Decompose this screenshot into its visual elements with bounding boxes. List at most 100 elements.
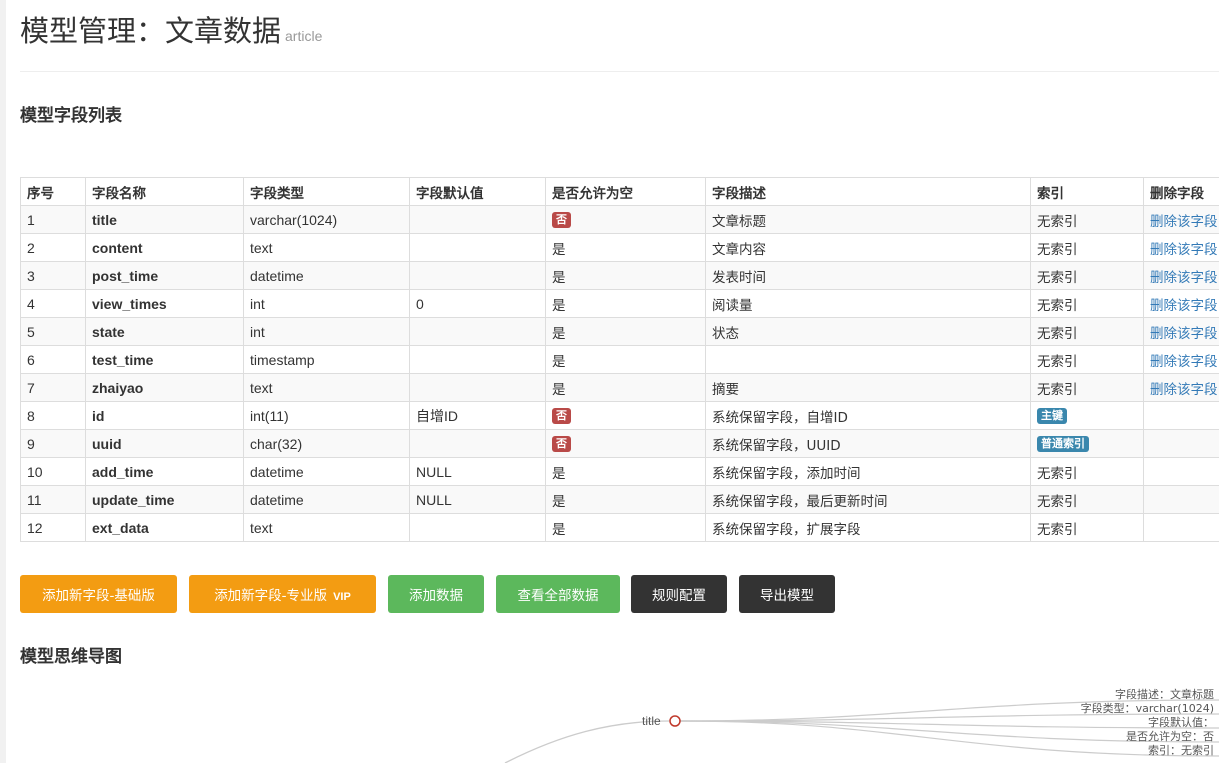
cell-field-name: title <box>85 205 244 234</box>
nullable-no-badge: 否 <box>552 436 571 452</box>
col-header-no: 序号 <box>20 177 86 206</box>
mindmap-node-title[interactable]: title <box>642 714 661 728</box>
cell-delete <box>1143 401 1219 430</box>
cell-index: 无索引 <box>1030 345 1144 374</box>
cell-no: 6 <box>20 345 86 374</box>
cell-default <box>409 345 546 374</box>
cell-index: 无索引 <box>1030 373 1144 402</box>
mindmap-section-title: 模型思维导图 <box>20 647 122 667</box>
cell-field-name: test_time <box>85 345 244 374</box>
cell-field-type: text <box>243 513 410 542</box>
delete-field-link[interactable]: 删除该字段 <box>1150 214 1218 230</box>
col-header-name: 字段名称 <box>85 177 244 206</box>
fields-section-title: 模型字段列表 <box>20 106 122 126</box>
cell-index: 无索引 <box>1030 457 1144 486</box>
cell-default: 自增ID <box>409 401 546 430</box>
page-subtitle: article <box>285 28 323 44</box>
cell-desc: 系统保留字段，UUID <box>705 429 1031 458</box>
table-row: 7 zhaiyao text 是摘要 无索引 删除该字段 <box>20 373 1219 402</box>
cell-no: 2 <box>20 233 86 262</box>
page-title-text: 模型管理：文章数据 <box>20 14 282 48</box>
cell-no: 8 <box>20 401 86 430</box>
cell-index: 普通索引 <box>1030 429 1144 458</box>
cell-field-type: int(11) <box>243 401 410 430</box>
export-model-button[interactable]: 导出模型 <box>739 575 835 613</box>
add-field-basic-button[interactable]: 添加新字段-基础版 <box>20 575 177 613</box>
table-row: 8 id int(11) 自增ID 否 系统保留字段，自增ID 主键 <box>20 401 1219 430</box>
primary-key-badge: 主键 <box>1037 408 1067 424</box>
cell-nullable: 是 <box>545 289 706 318</box>
delete-field-link[interactable]: 删除该字段 <box>1150 270 1218 286</box>
cell-delete: 删除该字段 <box>1143 205 1219 234</box>
cell-nullable: 是 <box>545 373 706 402</box>
cell-desc: 发表时间 <box>705 261 1031 290</box>
delete-field-link[interactable]: 删除该字段 <box>1150 326 1218 342</box>
table-row: 4 view_times int 0 是阅读量 无索引 删除该字段 <box>20 289 1219 318</box>
col-header-index: 索引 <box>1030 177 1144 206</box>
cell-field-type: varchar(1024) <box>243 205 410 234</box>
delete-field-link[interactable]: 删除该字段 <box>1150 298 1218 314</box>
nullable-no-badge: 否 <box>552 408 571 424</box>
cell-no: 1 <box>20 205 86 234</box>
cell-default <box>409 317 546 346</box>
cell-delete: 删除该字段 <box>1143 373 1219 402</box>
normal-index-badge: 普通索引 <box>1037 436 1089 452</box>
cell-no: 10 <box>20 457 86 486</box>
table-row: 3 post_time datetime 是发表时间 无索引 删除该字段 <box>20 261 1219 290</box>
mindmap-canvas <box>504 699 1219 763</box>
cell-nullable: 是 <box>545 261 706 290</box>
cell-desc: 系统保留字段，自增ID <box>705 401 1031 430</box>
add-data-button[interactable]: 添加数据 <box>388 575 484 613</box>
view-all-data-button[interactable]: 查看全部数据 <box>496 575 620 613</box>
page-title: 模型管理：文章数据 article <box>20 8 322 50</box>
cell-index: 无索引 <box>1030 261 1144 290</box>
cell-field-name: id <box>85 401 244 430</box>
cell-delete: 删除该字段 <box>1143 317 1219 346</box>
cell-no: 11 <box>20 485 86 514</box>
mindmap-node-circle[interactable] <box>669 715 681 727</box>
cell-desc: 阅读量 <box>705 289 1031 318</box>
table-header-row: 序号 字段名称 字段类型 字段默认值 是否允许为空 字段描述 索引 删除字段 <box>20 177 1219 206</box>
col-header-nullable: 是否允许为空 <box>545 177 706 206</box>
cell-field-type: text <box>243 373 410 402</box>
col-header-delete: 删除字段 <box>1143 177 1219 206</box>
cell-nullable: 是 <box>545 457 706 486</box>
cell-nullable: 是 <box>545 513 706 542</box>
rule-config-button[interactable]: 规则配置 <box>631 575 727 613</box>
delete-field-link[interactable]: 删除该字段 <box>1150 382 1218 398</box>
delete-field-link[interactable]: 删除该字段 <box>1150 242 1218 258</box>
cell-field-name: post_time <box>85 261 244 290</box>
cell-delete <box>1143 457 1219 486</box>
cell-index: 无索引 <box>1030 317 1144 346</box>
table-row: 9 uuid char(32) 否 系统保留字段，UUID 普通索引 <box>20 429 1219 458</box>
cell-no: 3 <box>20 261 86 290</box>
cell-field-name: zhaiyao <box>85 373 244 402</box>
cell-no: 4 <box>20 289 86 318</box>
cell-nullable: 是 <box>545 317 706 346</box>
cell-no: 7 <box>20 373 86 402</box>
add-field-pro-label: 添加新字段-专业版 <box>214 588 328 604</box>
cell-index: 无索引 <box>1030 513 1144 542</box>
table-row: 5 state int 是状态 无索引 删除该字段 <box>20 317 1219 346</box>
cell-default <box>409 513 546 542</box>
cell-field-type: datetime <box>243 261 410 290</box>
cell-desc: 状态 <box>705 317 1031 346</box>
cell-nullable: 是 <box>545 345 706 374</box>
cell-default <box>409 205 546 234</box>
cell-index: 主键 <box>1030 401 1144 430</box>
cell-default: NULL <box>409 457 546 486</box>
cell-nullable: 否 <box>545 205 706 234</box>
cell-field-type: timestamp <box>243 345 410 374</box>
table-row: 12 ext_data text 是系统保留字段，扩展字段 无索引 <box>20 513 1219 542</box>
delete-field-link[interactable]: 删除该字段 <box>1150 354 1218 370</box>
left-scroll-strip <box>0 0 6 763</box>
cell-delete: 删除该字段 <box>1143 233 1219 262</box>
cell-field-type: int <box>243 317 410 346</box>
cell-delete <box>1143 429 1219 458</box>
cell-field-type: int <box>243 289 410 318</box>
cell-field-type: text <box>243 233 410 262</box>
cell-field-name: state <box>85 317 244 346</box>
cell-delete: 删除该字段 <box>1143 289 1219 318</box>
table-row: 6 test_time timestamp 是 无索引 删除该字段 <box>20 345 1219 374</box>
add-field-pro-button[interactable]: 添加新字段-专业版 VIP <box>189 575 376 613</box>
